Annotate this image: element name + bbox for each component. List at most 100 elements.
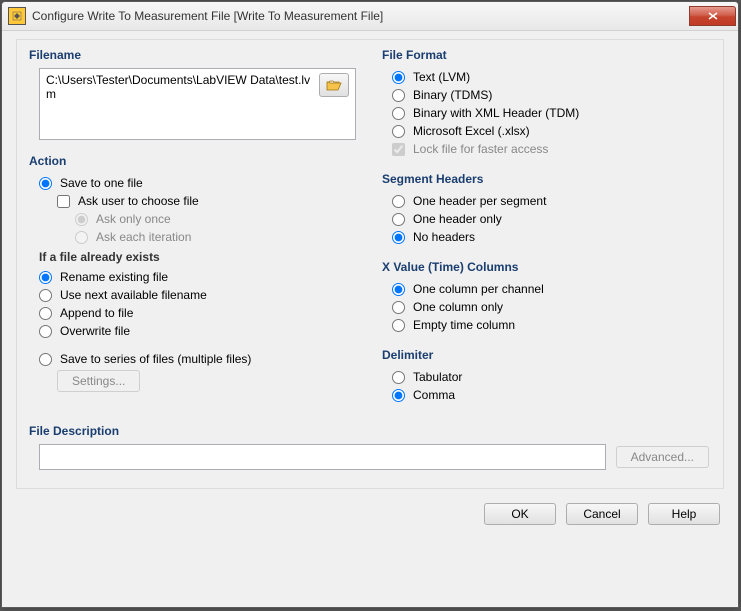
ask-once-row: Ask only once: [39, 210, 356, 228]
delim-comma-row[interactable]: Comma: [392, 386, 709, 404]
action-group: Action Save to one file Ask user to choo…: [25, 152, 362, 400]
content-panel: Filename C:\Users\Tester\Documents\LabVI…: [16, 39, 724, 489]
ask-each-radio: [75, 231, 88, 244]
x-perch-label: One column per channel: [413, 282, 544, 296]
close-button[interactable]: [689, 6, 736, 26]
format-tdm-row[interactable]: Binary with XML Header (TDM): [392, 104, 709, 122]
rename-radio[interactable]: [39, 271, 52, 284]
folder-open-icon: [326, 79, 342, 91]
delim-group: Delimiter Tabulator Comma: [378, 346, 715, 410]
save-series-label: Save to series of files (multiple files): [60, 352, 251, 366]
help-button[interactable]: Help: [648, 503, 720, 525]
seg-per-radio[interactable]: [392, 195, 405, 208]
seg-none-row[interactable]: No headers: [392, 228, 709, 246]
rename-row[interactable]: Rename existing file: [39, 268, 356, 286]
overwrite-label: Overwrite file: [60, 324, 130, 338]
delim-tab-label: Tabulator: [413, 370, 462, 384]
browse-button[interactable]: [319, 73, 349, 97]
ask-choose-label: Ask user to choose file: [78, 194, 199, 208]
exists-title: If a file already exists: [39, 246, 356, 268]
format-text-radio[interactable]: [392, 71, 405, 84]
dialog-body: Filename C:\Users\Tester\Documents\LabVI…: [2, 31, 738, 607]
format-xlsx-radio[interactable]: [392, 125, 405, 138]
append-row[interactable]: Append to file: [39, 304, 356, 322]
next-row[interactable]: Use next available filename: [39, 286, 356, 304]
xval-group: X Value (Time) Columns One column per ch…: [378, 258, 715, 340]
seg-one-row[interactable]: One header only: [392, 210, 709, 228]
format-title: File Format: [378, 46, 715, 66]
save-one-radio[interactable]: [39, 177, 52, 190]
format-tdm-label: Binary with XML Header (TDM): [413, 106, 579, 120]
x-empty-radio[interactable]: [392, 319, 405, 332]
format-tdms-radio[interactable]: [392, 89, 405, 102]
x-empty-row[interactable]: Empty time column: [392, 316, 709, 334]
seg-none-label: No headers: [413, 230, 475, 244]
x-perch-row[interactable]: One column per channel: [392, 280, 709, 298]
dialog-window: Configure Write To Measurement File [Wri…: [1, 1, 739, 608]
window-title: Configure Write To Measurement File [Wri…: [32, 9, 689, 23]
close-icon: [708, 12, 718, 20]
format-tdms-row[interactable]: Binary (TDMS): [392, 86, 709, 104]
seg-per-label: One header per segment: [413, 194, 546, 208]
format-lock-row: Lock file for faster access: [392, 140, 709, 158]
delim-comma-radio[interactable]: [392, 389, 405, 402]
delim-tab-row[interactable]: Tabulator: [392, 368, 709, 386]
settings-button: Settings...: [57, 370, 140, 392]
next-label: Use next available filename: [60, 288, 207, 302]
x-one-row[interactable]: One column only: [392, 298, 709, 316]
ask-each-label: Ask each iteration: [96, 230, 191, 244]
x-empty-label: Empty time column: [413, 318, 515, 332]
settings-row: Settings...: [39, 368, 356, 394]
filename-title: Filename: [25, 46, 362, 66]
segment-group: Segment Headers One header per segment O…: [378, 170, 715, 252]
desc-group: File Description Advanced...: [25, 422, 715, 476]
filename-input-box[interactable]: C:\Users\Tester\Documents\LabVIEW Data\t…: [39, 68, 356, 140]
format-lock-checkbox: [392, 143, 405, 156]
ask-once-radio: [75, 213, 88, 226]
action-title: Action: [25, 152, 362, 172]
filename-path: C:\Users\Tester\Documents\LabVIEW Data\t…: [46, 73, 313, 135]
next-radio[interactable]: [39, 289, 52, 302]
seg-none-radio[interactable]: [392, 231, 405, 244]
right-column: File Format Text (LVM) Binary (TDMS): [378, 46, 715, 416]
format-lock-label: Lock file for faster access: [413, 142, 548, 156]
segment-title: Segment Headers: [378, 170, 715, 190]
dialog-buttons: OK Cancel Help: [16, 489, 724, 525]
save-series-radio[interactable]: [39, 353, 52, 366]
xval-title: X Value (Time) Columns: [378, 258, 715, 278]
ok-button[interactable]: OK: [484, 503, 556, 525]
format-text-label: Text (LVM): [413, 70, 470, 84]
ask-choose-row[interactable]: Ask user to choose file: [39, 192, 356, 210]
append-radio[interactable]: [39, 307, 52, 320]
x-one-label: One column only: [413, 300, 503, 314]
overwrite-row[interactable]: Overwrite file: [39, 322, 356, 340]
x-perch-radio[interactable]: [392, 283, 405, 296]
format-tdm-radio[interactable]: [392, 107, 405, 120]
format-xlsx-label: Microsoft Excel (.xlsx): [413, 124, 530, 138]
seg-one-radio[interactable]: [392, 213, 405, 226]
filename-group: Filename C:\Users\Tester\Documents\LabVI…: [25, 46, 362, 146]
overwrite-radio[interactable]: [39, 325, 52, 338]
desc-input[interactable]: [39, 444, 606, 470]
left-column: Filename C:\Users\Tester\Documents\LabVI…: [25, 46, 362, 416]
rename-label: Rename existing file: [60, 270, 168, 284]
ask-choose-checkbox[interactable]: [57, 195, 70, 208]
delim-title: Delimiter: [378, 346, 715, 366]
save-one-label: Save to one file: [60, 176, 143, 190]
format-text-row[interactable]: Text (LVM): [392, 68, 709, 86]
save-one-row[interactable]: Save to one file: [39, 174, 356, 192]
delim-tab-radio[interactable]: [392, 371, 405, 384]
desc-title: File Description: [25, 422, 715, 442]
format-group: File Format Text (LVM) Binary (TDMS): [378, 46, 715, 164]
seg-per-row[interactable]: One header per segment: [392, 192, 709, 210]
seg-one-label: One header only: [413, 212, 502, 226]
format-xlsx-row[interactable]: Microsoft Excel (.xlsx): [392, 122, 709, 140]
ask-each-row: Ask each iteration: [39, 228, 356, 246]
save-series-row[interactable]: Save to series of files (multiple files): [39, 350, 356, 368]
append-label: Append to file: [60, 306, 133, 320]
format-tdms-label: Binary (TDMS): [413, 88, 492, 102]
titlebar[interactable]: Configure Write To Measurement File [Wri…: [2, 2, 738, 31]
advanced-button: Advanced...: [616, 446, 709, 468]
x-one-radio[interactable]: [392, 301, 405, 314]
cancel-button[interactable]: Cancel: [566, 503, 638, 525]
